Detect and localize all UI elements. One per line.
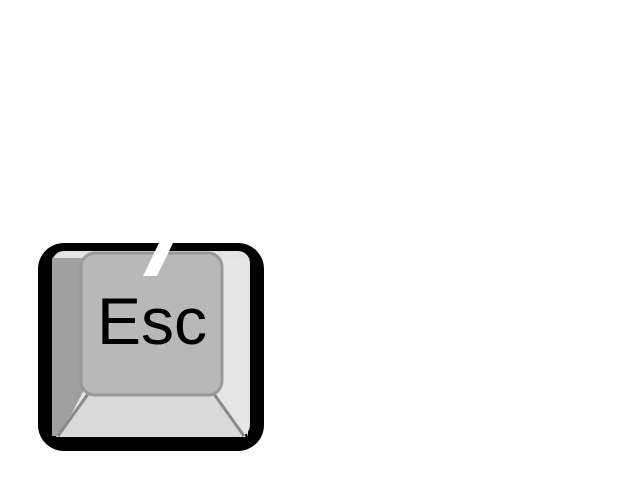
key-label: Esc xyxy=(96,284,208,358)
escape-key[interactable]: Esc xyxy=(0,0,634,498)
escape-key-icon xyxy=(38,241,264,451)
